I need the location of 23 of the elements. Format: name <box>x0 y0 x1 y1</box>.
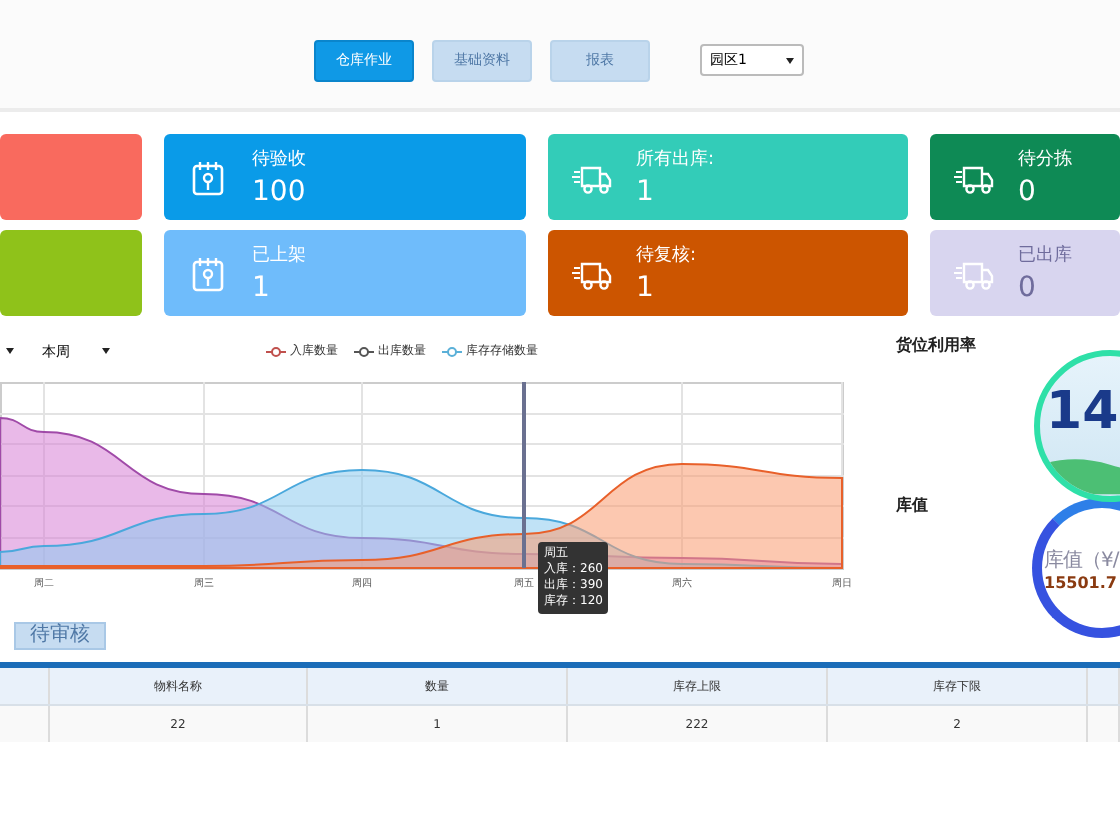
review-button[interactable]: 待审核 <box>14 622 106 650</box>
gauge-value: 14 <box>1046 384 1119 440</box>
card-label: 待分拣 <box>1018 147 1072 172</box>
card-value: 0 <box>1018 176 1038 208</box>
gauge-value: 15501.7 <box>1044 573 1117 591</box>
card-label: 已上架 <box>252 243 306 268</box>
card-label: 已出库 <box>1018 243 1072 268</box>
card-value: 100 <box>252 176 306 208</box>
card-label: 待验收 <box>252 147 306 172</box>
clipboard-icon <box>188 157 228 197</box>
card-value: 0 <box>1018 272 1038 304</box>
section-title: 库值 <box>896 494 928 518</box>
card-value: 1 <box>636 272 656 304</box>
caret-icon <box>786 57 794 63</box>
card-value: 1 <box>252 272 272 304</box>
caret-icon <box>102 348 110 354</box>
card-value: 1 <box>636 176 656 208</box>
caret-icon <box>6 348 14 354</box>
card-label: 所有出库: <box>636 147 715 172</box>
gauge-caption: 库值（¥/ <box>1044 547 1119 573</box>
card-label: 待复核: <box>636 243 697 268</box>
section-title: 货位利用率 <box>896 334 978 358</box>
clipboard-icon <box>188 253 228 293</box>
